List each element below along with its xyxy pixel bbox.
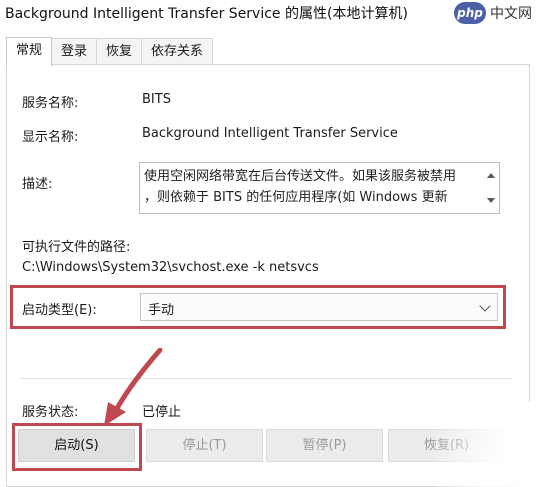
executable-path-value: C:\Windows\System32\svchost.exe -k netsv… xyxy=(22,260,319,275)
chevron-down-icon xyxy=(479,300,491,312)
display-name-value: Background Intelligent Transfer Service xyxy=(142,126,398,141)
watermark-logo: php xyxy=(454,2,486,24)
pause-button[interactable]: 暂停(P) xyxy=(266,429,383,462)
window-title: Background Intelligent Transfer Service … xyxy=(5,6,408,22)
tab-bar: 常规 登录 恢复 依存关系 xyxy=(6,37,214,66)
startup-type-label: 启动类型(E): xyxy=(22,303,97,318)
description-label: 描述: xyxy=(22,177,53,192)
scroll-up-icon[interactable] xyxy=(487,173,495,178)
service-name-label: 服务名称: xyxy=(22,96,79,111)
section-divider xyxy=(20,378,512,379)
stop-button[interactable]: 停止(T) xyxy=(146,429,263,462)
display-name-label: 显示名称: xyxy=(22,130,79,145)
startup-type-value: 手动 xyxy=(148,303,175,318)
description-line-2: ，则依赖于 BITS 的任何应用程序(如 Windows 更新 xyxy=(144,190,448,205)
executable-path-label: 可执行文件的路径: xyxy=(22,240,131,255)
service-name-value: BITS xyxy=(142,92,171,107)
service-status-label: 服务状态: xyxy=(22,405,79,420)
startup-type-select[interactable]: 手动 xyxy=(140,293,498,321)
start-button[interactable]: 启动(S) xyxy=(18,429,135,462)
description-scrollbar[interactable] xyxy=(483,163,499,213)
scroll-down-icon[interactable] xyxy=(487,198,495,203)
tab-logon[interactable]: 登录 xyxy=(51,38,98,65)
tab-general[interactable]: 常规 xyxy=(6,37,53,66)
watermark: php 中文网 xyxy=(454,2,532,24)
description-line-1: 使用空闲网络带宽在后台传送文件。如果该服务被禁用 xyxy=(144,169,457,184)
window-titlebar: Background Intelligent Transfer Service … xyxy=(0,0,536,26)
image-fade-overlay xyxy=(436,402,536,487)
service-status-value: 已停止 xyxy=(142,405,182,420)
tab-dependencies[interactable]: 依存关系 xyxy=(141,38,214,65)
tab-recovery[interactable]: 恢复 xyxy=(96,38,143,65)
description-text: 使用空闲网络带宽在后台传送文件。如果该服务被禁用 ，则依赖于 BITS 的任何应… xyxy=(144,166,474,208)
description-textbox[interactable]: 使用空闲网络带宽在后台传送文件。如果该服务被禁用 ，则依赖于 BITS 的任何应… xyxy=(139,162,500,214)
watermark-text: 中文网 xyxy=(490,6,532,22)
